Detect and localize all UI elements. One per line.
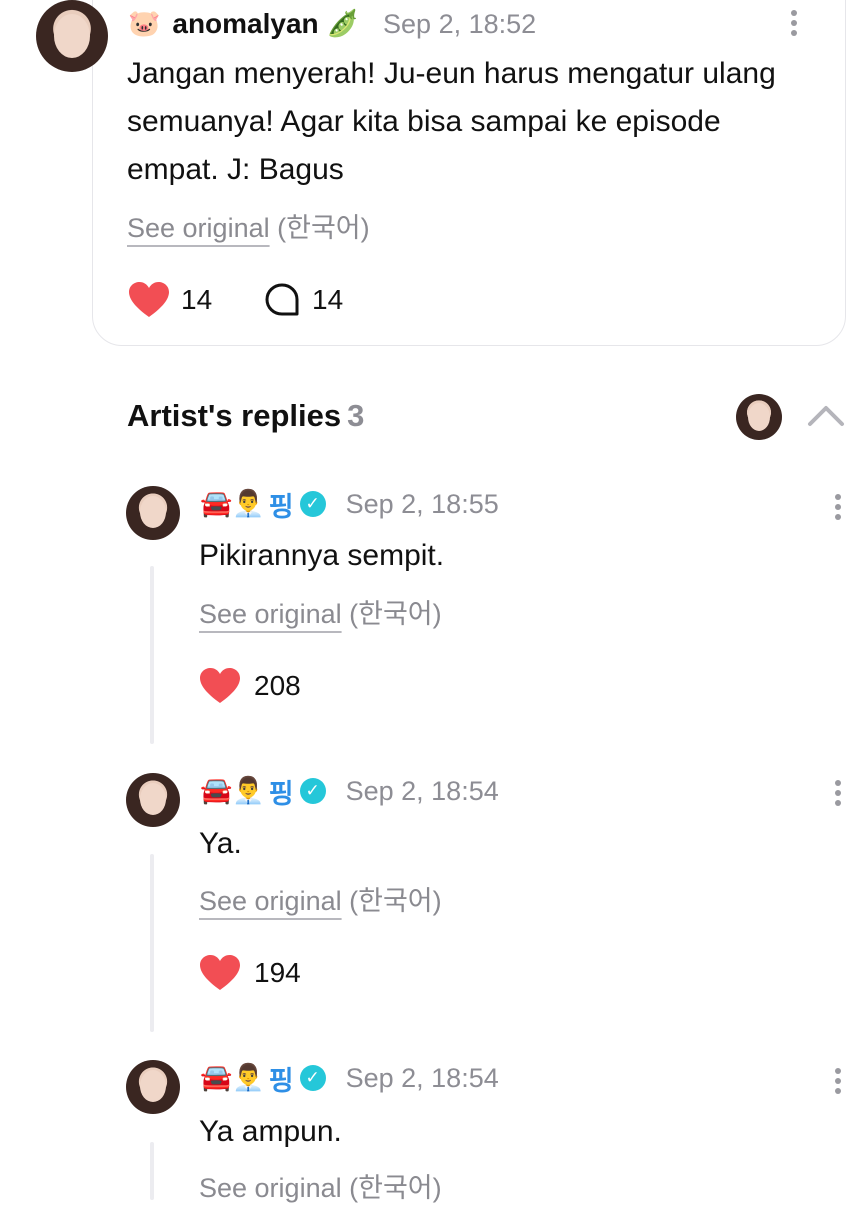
artist-replies-count: 3 — [347, 398, 365, 433]
thread-line — [150, 566, 154, 744]
reply-kebab-menu-icon[interactable] — [834, 780, 842, 810]
reply-timestamp: Sep 2, 18:55 — [345, 488, 499, 519]
original-language: (한국어) — [349, 1173, 442, 1203]
heart-icon[interactable] — [200, 668, 240, 704]
artist-mini-avatar — [736, 394, 782, 440]
post-text: Jangan menyerah! Ju-eun harus mengatur u… — [127, 57, 776, 186]
verified-badge-icon: ✓ — [299, 778, 326, 804]
car-tuxedo-emoji: 🚘👨‍💼 — [200, 489, 265, 519]
pig-emoji: 🐷 — [128, 9, 161, 39]
post-timestamp: Sep 2, 18:52 — [383, 8, 537, 39]
artist-name[interactable]: 핑 — [269, 485, 294, 524]
see-original-link[interactable]: See original — [199, 886, 342, 916]
post-author-avatar[interactable] — [36, 0, 108, 72]
reply-header: 🚘👨‍💼 핑 ✓ Sep 2, 18:54 — [200, 1058, 499, 1098]
reply-timestamp: Sep 2, 18:54 — [345, 775, 499, 806]
artist-replies-label: Artist's replies — [127, 398, 342, 433]
car-tuxedo-emoji: 🚘👨‍💼 — [200, 1063, 265, 1093]
post-username[interactable]: anomalyan — [172, 8, 318, 40]
original-language: (한국어) — [277, 213, 370, 243]
reply-text: Pikirannya sempit. — [199, 539, 445, 572]
reply-header: 🚘👨‍💼 핑 ✓ Sep 2, 18:54 — [200, 771, 499, 811]
reply-kebab-menu-icon[interactable] — [834, 1068, 842, 1098]
post-like-count: 14 — [181, 284, 213, 315]
artist-replies-title: Artist's replies 3 — [127, 398, 364, 434]
reply-like-stat[interactable]: 208 — [200, 666, 301, 706]
reply-like-count: 208 — [254, 670, 301, 701]
chevron-up-icon[interactable] — [806, 402, 846, 428]
post-comment-stat[interactable]: 14 — [264, 280, 343, 320]
reply-kebab-menu-icon[interactable] — [834, 494, 842, 524]
reply-avatar[interactable] — [126, 1060, 180, 1114]
reply-avatar[interactable] — [126, 773, 180, 827]
reply-text: Ya ampun. — [199, 1115, 342, 1148]
reply-see-original: See original (한국어) — [199, 879, 442, 918]
verified-badge-icon: ✓ — [299, 491, 326, 517]
reply-see-original: See original (한국어) — [199, 1166, 442, 1205]
see-original-link[interactable]: See original — [199, 599, 342, 629]
artist-name[interactable]: 핑 — [269, 772, 294, 811]
heart-icon[interactable] — [129, 282, 169, 318]
car-tuxedo-emoji: 🚘👨‍💼 — [200, 776, 265, 806]
reply-header: 🚘👨‍💼 핑 ✓ Sep 2, 18:55 — [200, 484, 499, 524]
reply-see-original: See original (한국어) — [199, 592, 442, 631]
reply-avatar[interactable] — [126, 486, 180, 540]
artist-name[interactable]: 핑 — [269, 1059, 294, 1098]
reply-like-count: 194 — [254, 957, 301, 988]
heart-icon[interactable] — [200, 955, 240, 991]
post-like-stat[interactable]: 14 — [129, 280, 212, 320]
original-language: (한국어) — [349, 886, 442, 916]
thread-line — [150, 854, 154, 1032]
comment-icon[interactable] — [264, 282, 300, 318]
reply-like-stat[interactable]: 194 — [200, 953, 301, 993]
original-language: (한국어) — [349, 599, 442, 629]
post-see-original: See original (한국어) — [127, 206, 370, 245]
post-header: 🐷 anomalyan 🫛 Sep 2, 18:52 — [128, 4, 536, 44]
reply-text: Ya. — [199, 827, 242, 860]
pea-pod-emoji: 🫛 — [326, 9, 360, 39]
post-comment-count: 14 — [312, 284, 344, 315]
verified-badge-icon: ✓ — [299, 1065, 326, 1091]
reply-timestamp: Sep 2, 18:54 — [345, 1062, 499, 1093]
thread-line — [150, 1142, 154, 1200]
see-original-link[interactable]: See original — [199, 1173, 342, 1203]
post-kebab-menu-icon[interactable] — [790, 10, 798, 40]
see-original-link[interactable]: See original — [127, 213, 270, 243]
